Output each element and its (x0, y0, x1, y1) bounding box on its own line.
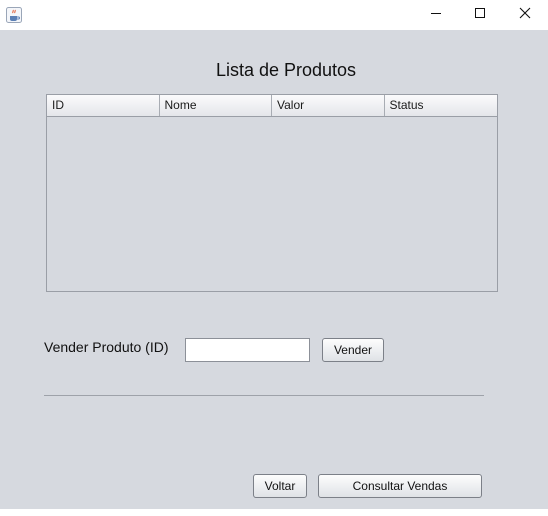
product-id-input[interactable] (185, 338, 310, 362)
close-button[interactable] (502, 0, 548, 30)
column-header-id[interactable]: ID (47, 95, 160, 116)
sell-product-label: Vender Produto (ID) (44, 339, 169, 355)
column-header-nome[interactable]: Nome (160, 95, 272, 116)
table-body[interactable] (47, 117, 497, 291)
maximize-button[interactable] (457, 0, 503, 30)
window-bottom-edge (0, 509, 548, 516)
minimize-button[interactable] (413, 0, 459, 30)
back-button[interactable]: Voltar (253, 474, 307, 498)
column-header-valor[interactable]: Valor (272, 95, 385, 116)
app-window: Lista de Produtos ID Nome Valor Status V… (0, 0, 548, 516)
separator (44, 395, 484, 396)
table-header: ID Nome Valor Status (47, 95, 497, 117)
products-table[interactable]: ID Nome Valor Status (46, 94, 498, 292)
column-header-status[interactable]: Status (385, 95, 498, 116)
title-bar[interactable] (0, 0, 548, 30)
maximize-icon (474, 6, 486, 24)
view-sales-button[interactable]: Consultar Vendas (318, 474, 482, 498)
sell-button[interactable]: Vender (322, 338, 384, 362)
content-panel: Lista de Produtos ID Nome Valor Status V… (0, 30, 548, 516)
page-title: Lista de Produtos (215, 60, 357, 80)
close-icon (519, 6, 531, 24)
minimize-icon (430, 6, 442, 24)
java-coffee-icon (6, 7, 22, 23)
